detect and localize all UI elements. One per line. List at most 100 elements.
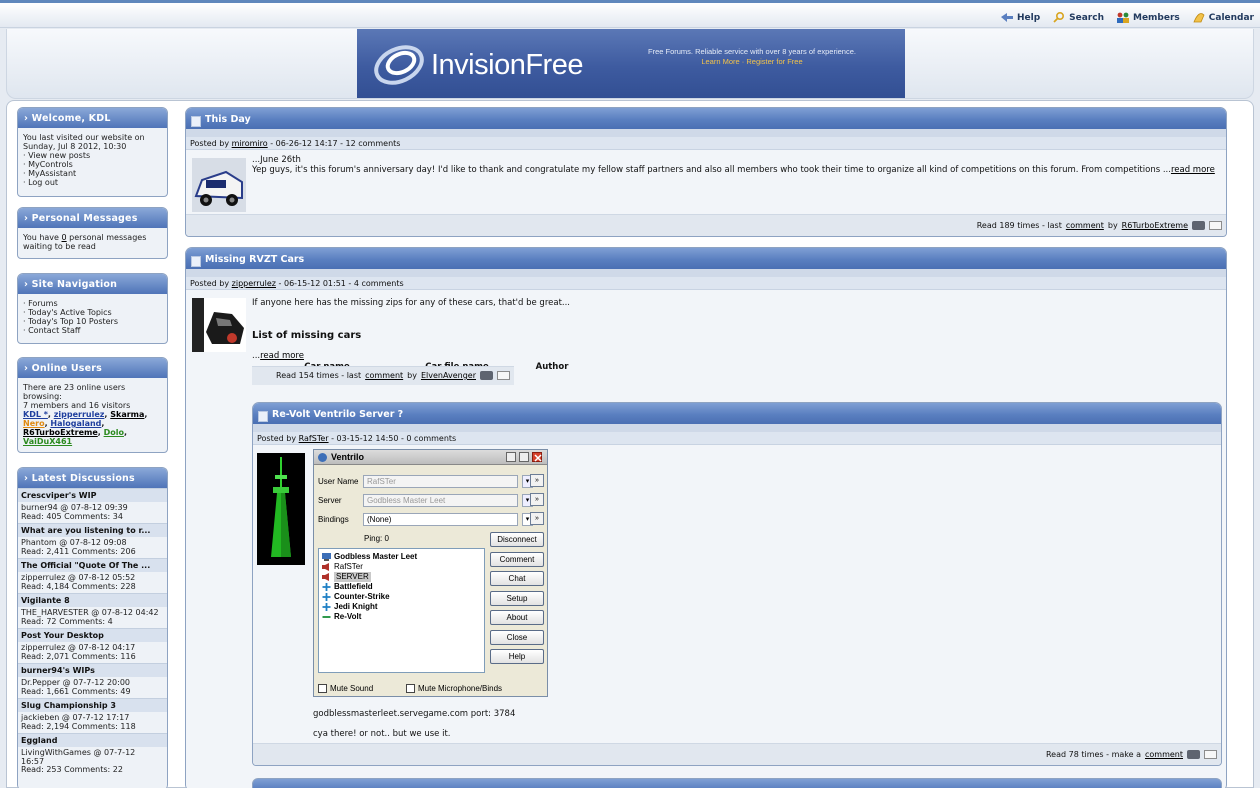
maximize-button[interactable]: [519, 452, 529, 462]
discussion-meta: burner94 @ 07-8-12 09:39 Read: 405 Commen…: [18, 502, 167, 523]
channel-tree-item[interactable]: Re-Volt: [322, 612, 481, 622]
author-link[interactable]: zipperrulez: [232, 279, 276, 288]
online-user-link[interactable]: Halogaland: [50, 419, 101, 428]
channel-tree-item[interactable]: Godbless Master Leet: [322, 552, 481, 562]
channel-tree[interactable]: Godbless Master Leet RafSTer SERVER Battlef…: [318, 548, 485, 673]
pm-text: You have 0 personal messages: [23, 233, 147, 242]
last-visit-date: Sunday, Jul 8 2012, 10:30: [23, 142, 127, 151]
comment-link[interactable]: comment: [365, 371, 403, 380]
email-icon[interactable]: [497, 371, 510, 380]
latest-discussions-title: Latest Discussions: [18, 468, 167, 488]
members-link[interactable]: Members: [1116, 12, 1180, 23]
print-icon[interactable]: [1187, 750, 1200, 759]
discussion-title-link[interactable]: Vigilante 8: [18, 593, 167, 607]
discussion-title-link[interactable]: The Official "Quote Of The ...: [18, 558, 167, 572]
contact-staff-link[interactable]: · Contact Staff: [23, 326, 162, 335]
email-icon[interactable]: [1209, 221, 1222, 230]
comment-button[interactable]: Comment: [490, 552, 544, 567]
online-user-link[interactable]: zipperrulez: [54, 410, 105, 419]
print-icon[interactable]: [1192, 221, 1205, 230]
invisionfree-banner[interactable]: InvisionFree Free Forums. Reliable servi…: [357, 29, 905, 98]
email-icon[interactable]: [1204, 750, 1217, 759]
post-title[interactable]: Re-Volt Ventrilo Server ?: [272, 409, 403, 420]
search-link[interactable]: Search: [1052, 11, 1104, 23]
channel-tree-item[interactable]: SERVER: [322, 572, 481, 582]
server-go-button[interactable]: »: [530, 493, 544, 506]
close-button[interactable]: Close: [490, 630, 544, 645]
ping-text: Ping: 0: [364, 534, 389, 543]
online-user-link[interactable]: KDL *: [23, 410, 48, 419]
discussion-title-link[interactable]: Crescviper's WIP: [18, 488, 167, 502]
about-button[interactable]: About: [490, 610, 544, 625]
help-link[interactable]: Help: [1000, 12, 1040, 23]
bindings-select[interactable]: (None): [363, 512, 518, 526]
channel-tree-item[interactable]: RafSTer: [322, 562, 481, 572]
disconnect-button[interactable]: Disconnect: [490, 532, 544, 547]
post-body: If anyone here has the missing zips for …: [252, 298, 1212, 372]
bindings-go-button[interactable]: »: [530, 512, 544, 525]
channel-tree-item[interactable]: Battlefield: [322, 582, 481, 592]
last-visit-text: You last visited our website on: [23, 133, 145, 142]
user-name-go-button[interactable]: »: [530, 474, 544, 487]
minimize-button[interactable]: [506, 452, 516, 462]
setup-button[interactable]: Setup: [490, 591, 544, 606]
discussion-stats: Read: 2,071 Comments: 116: [21, 651, 136, 661]
comment-link[interactable]: comment: [1145, 750, 1183, 759]
user-name-select[interactable]: RafSTer: [363, 474, 518, 488]
channel-plus-icon: [322, 583, 331, 591]
comment-link[interactable]: comment: [1066, 221, 1104, 230]
view-new-posts-link[interactable]: · View new posts: [23, 151, 162, 160]
post-icon: [191, 255, 201, 267]
last-commenter-link[interactable]: ElvenAvenger: [421, 371, 476, 380]
online-user-list: KDL *, zipperrulez, Skarma, Nero, Haloga…: [23, 410, 148, 446]
banner-links[interactable]: Learn More · Register for Free: [617, 57, 887, 67]
discussion-meta: Phantom @ 07-8-12 09:08 Read: 2,411 Comme…: [18, 537, 167, 558]
author-link[interactable]: RafSTer: [299, 434, 329, 443]
mycontrols-link[interactable]: · MyControls: [23, 160, 162, 169]
forums-link[interactable]: · Forums: [23, 299, 162, 308]
online-user-link[interactable]: R6TurboExtreme: [23, 428, 98, 437]
read-more-link[interactable]: read more: [260, 351, 304, 361]
online-user-link[interactable]: Nero: [23, 419, 45, 428]
chat-button[interactable]: Chat: [490, 571, 544, 586]
online-user-link[interactable]: Dolo: [104, 428, 124, 437]
myassistant-link[interactable]: · MyAssistant: [23, 169, 162, 178]
post-thumbnail-tower: [257, 453, 305, 565]
online-user-link[interactable]: VaiDuX461: [23, 437, 72, 446]
post-title[interactable]: This Day: [205, 114, 251, 125]
ventrilo-title: Ventrilo: [331, 452, 365, 462]
discussion-title-link[interactable]: Post Your Desktop: [18, 628, 167, 642]
mute-sound-checkbox[interactable]: Mute Sound: [318, 684, 373, 693]
channel-tree-item[interactable]: Counter-Strike: [322, 592, 481, 602]
mute-mic-checkbox[interactable]: Mute Microphone/Binds: [406, 684, 502, 693]
site-navigation-box: Site Navigation · Forums · Today's Activ…: [17, 273, 168, 344]
online-user-link[interactable]: Skarma: [110, 410, 144, 419]
channel-tree-item[interactable]: Jedi Knight: [322, 602, 481, 612]
server-address-text: godblessmasterleet.servegame.com port: 3…: [313, 709, 516, 719]
post-title[interactable]: Missing RVZT Cars: [205, 254, 304, 265]
author-link[interactable]: miromiro: [232, 139, 268, 148]
discussion-title-link[interactable]: burner94's WIPs: [18, 663, 167, 677]
server-select[interactable]: Godbless Master Leet: [363, 493, 518, 507]
discussion-stats: Read: 2,194 Comments: 118: [21, 721, 136, 731]
top-posters-link[interactable]: · Today's Top 10 Posters: [23, 317, 162, 326]
last-commenter-link[interactable]: R6TurboExtreme: [1122, 221, 1188, 230]
discussion-meta: Dr.Pepper @ 07-7-12 20:00 Read: 1,661 Com…: [18, 677, 167, 698]
welcome-box: Welcome, KDL You last visited our websit…: [17, 107, 168, 197]
discussion-title-link[interactable]: Slug Championship 3: [18, 698, 167, 712]
channel-plus-icon: [322, 593, 331, 601]
personal-messages-title: Personal Messages: [18, 208, 167, 228]
log-out-link[interactable]: · Log out: [23, 178, 162, 187]
close-window-button[interactable]: [532, 452, 542, 462]
calendar-link[interactable]: Calendar: [1192, 12, 1254, 23]
speaker-icon: [322, 563, 331, 571]
channel-minus-icon: [322, 613, 331, 621]
help-button[interactable]: Help: [490, 649, 544, 664]
read-more-link[interactable]: read more: [1171, 165, 1215, 175]
post-missing-rvzt-cars: Missing RVZT Cars Posted by zipperrulez …: [185, 247, 1227, 788]
active-topics-link[interactable]: · Today's Active Topics: [23, 308, 162, 317]
discussion-title-link[interactable]: Eggland: [18, 733, 167, 747]
calendar-icon: [1192, 12, 1206, 23]
print-icon[interactable]: [480, 371, 493, 380]
discussion-title-link[interactable]: What are you listening to r...: [18, 523, 167, 537]
